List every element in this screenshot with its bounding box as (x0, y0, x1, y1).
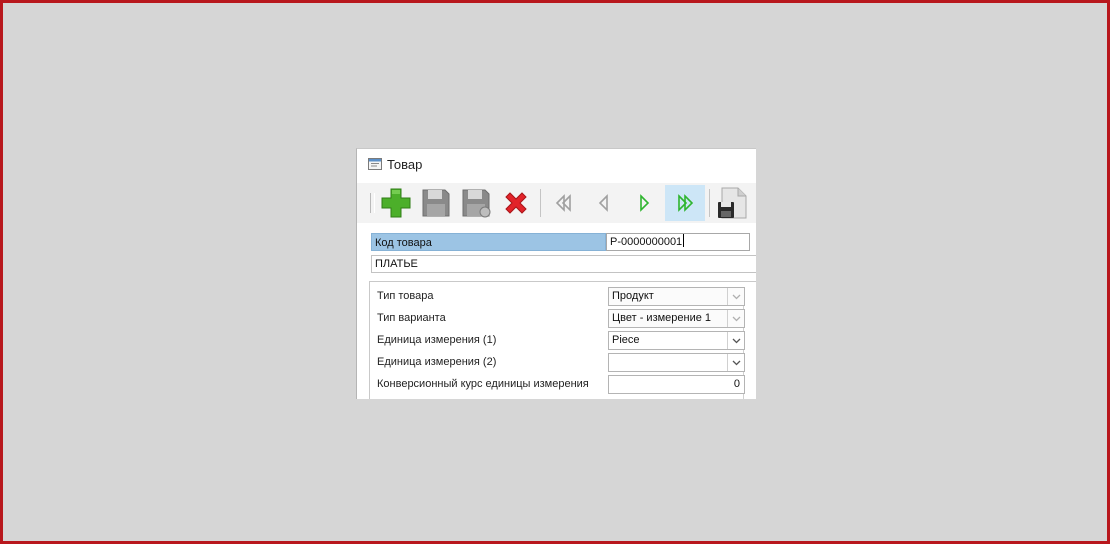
add-plus-icon (381, 188, 411, 218)
save-button[interactable] (416, 185, 456, 221)
window-titlebar: Товар (357, 149, 756, 179)
last-record-button[interactable] (665, 185, 705, 221)
chevron-down-icon[interactable] (727, 288, 744, 305)
product-window: Товар Код товара P-0000000001 ПЛАТЬЕ Тип… (356, 148, 756, 399)
delete-button[interactable] (496, 185, 536, 221)
previous-record-button[interactable] (584, 185, 624, 221)
save-as-disk-icon (462, 189, 491, 218)
product-type-label: Тип товара (377, 290, 434, 302)
variant-type-value: Цвет - измерение 1 (612, 312, 712, 324)
toolbar (357, 183, 756, 223)
product-code-label: Код товара (371, 233, 606, 251)
first-record-icon (555, 194, 571, 212)
product-code-input[interactable]: P-0000000001 (606, 233, 750, 251)
unit1-select[interactable]: Piece (608, 331, 745, 350)
chevron-down-icon[interactable] (727, 354, 744, 371)
unit1-value: Piece (612, 334, 640, 346)
text-caret (683, 234, 685, 247)
chevron-down-icon[interactable] (727, 310, 744, 327)
window-form-icon (368, 158, 382, 170)
product-type-select[interactable]: Продукт (608, 287, 745, 306)
window-title: Товар (387, 156, 423, 172)
toolbar-separator (709, 189, 710, 217)
chevron-down-icon[interactable] (727, 332, 744, 349)
toolbar-grip[interactable] (370, 193, 375, 213)
next-record-button[interactable] (624, 185, 664, 221)
product-type-value: Продукт (612, 290, 654, 302)
toolbar-separator (540, 189, 541, 217)
first-record-button[interactable] (544, 185, 584, 221)
save-disk-icon (422, 189, 450, 217)
save-document-icon (718, 187, 747, 219)
unit2-select[interactable] (608, 353, 745, 372)
save-as-button[interactable] (456, 185, 496, 221)
delete-x-icon (505, 192, 527, 214)
variant-type-label: Тип варианта (377, 312, 446, 324)
product-name-input[interactable]: ПЛАТЬЕ (371, 255, 756, 273)
previous-record-icon (598, 194, 608, 212)
conversion-rate-label: Конверсионный курс единицы измерения (377, 378, 589, 390)
next-record-icon (640, 194, 650, 212)
variant-type-select[interactable]: Цвет - измерение 1 (608, 309, 745, 328)
unit1-label: Единица измерения (1) (377, 334, 497, 346)
last-record-icon (678, 194, 694, 212)
conversion-rate-input[interactable]: 0 (608, 375, 745, 394)
product-code-value: P-0000000001 (610, 236, 683, 248)
add-button[interactable] (376, 185, 416, 221)
save-document-button[interactable] (712, 185, 752, 221)
unit2-label: Единица измерения (2) (377, 356, 497, 368)
